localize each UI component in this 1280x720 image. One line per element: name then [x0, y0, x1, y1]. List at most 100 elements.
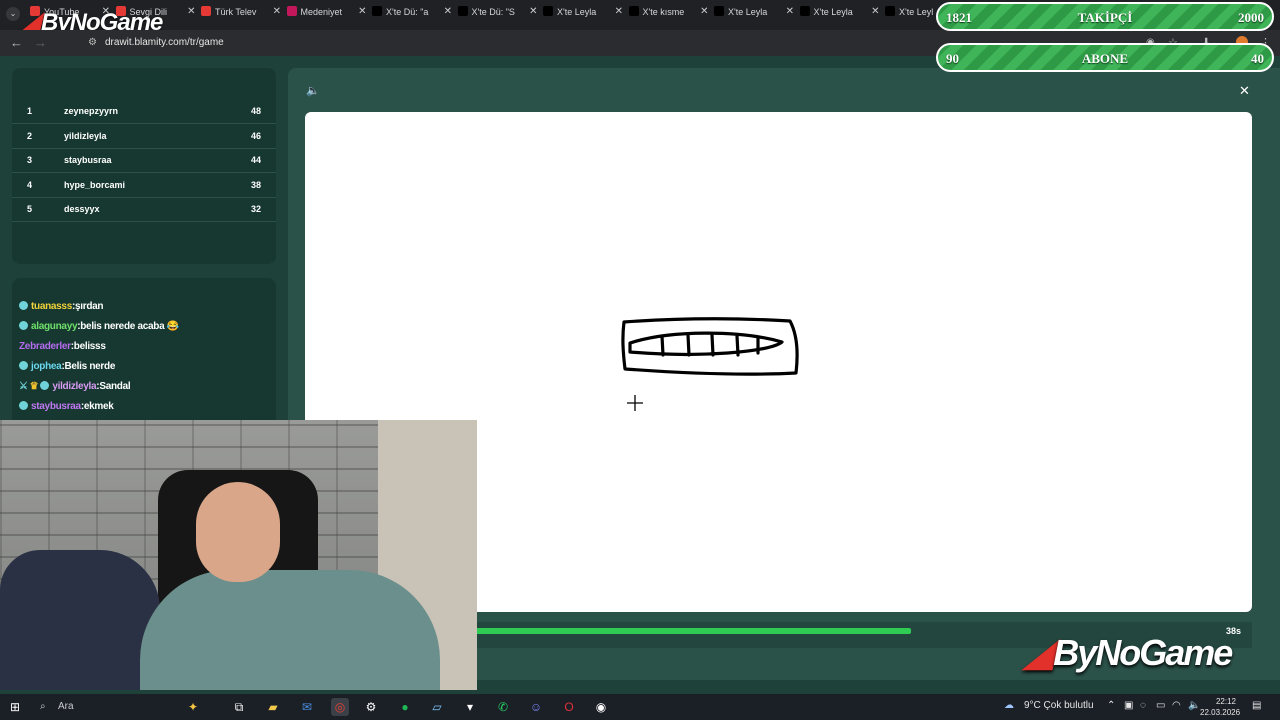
windows-start-icon[interactable]: ⊞ — [6, 698, 24, 716]
leaderboard-name: yildizleyla — [64, 130, 107, 141]
speaker-icon[interactable]: 🔈 — [306, 84, 320, 97]
clock-date: 22.03.2026 — [1200, 708, 1241, 717]
task-view-icon[interactable]: ⧉ — [230, 698, 248, 716]
tab-label: X'te Dü: "a — [386, 7, 429, 17]
windows-taskbar: ⊞ ⌕ Ara ✦ ⧉ ▰ ✉ ◎ ⚙ ● ▱ ▾ ✆ ☺ O ◉ ☁ 9°C … — [0, 694, 1280, 720]
verified-icon — [19, 361, 28, 370]
browser-tab[interactable]: Medeniyet ✕ — [286, 6, 367, 24]
followers-goal-bar: 1821 TAKİPÇİ 2000 — [936, 2, 1274, 31]
chat-text: :belisss — [70, 341, 106, 352]
tab-close-icon[interactable]: ✕ — [700, 6, 708, 17]
leaderboard-name: staybusraa — [64, 155, 112, 165]
wifi-icon[interactable]: ◠ — [1172, 700, 1181, 711]
browser-tab[interactable]: X'te Leyla ✕ — [543, 6, 623, 24]
tray-app2-icon[interactable]: ◌ — [1140, 700, 1146, 711]
outlook-icon[interactable]: ✉ — [298, 698, 316, 716]
chat-username: jophea — [31, 361, 62, 372]
followers-label: TAKİPÇİ — [1077, 10, 1133, 25]
leaderboard-row: 4 hype_borcami 38 — [12, 174, 276, 198]
tab-label: X'te Dü: "S — [471, 7, 515, 17]
url-field[interactable]: drawit.blamity.com/tr/game — [105, 37, 224, 48]
tab-close-icon[interactable]: ✕ — [529, 6, 537, 17]
tab-close-icon[interactable]: ✕ — [444, 6, 452, 17]
leaderboard-row: 2 yildizleyla 46 — [12, 125, 276, 149]
chat-username: alagunayy — [31, 321, 78, 332]
browser-tab[interactable]: X'te Leyla ✕ — [799, 6, 880, 24]
notes-icon[interactable]: ▱ — [428, 698, 446, 716]
subs-goal-bar: 90 ABONE 40 — [936, 43, 1274, 72]
tab-search-button[interactable]: ⌄ — [6, 7, 20, 21]
tab-close-icon[interactable]: ✕ — [187, 6, 195, 17]
tab-favicon-icon — [885, 6, 895, 16]
chat-text: :belis nerede acaba 😂 — [77, 321, 179, 332]
network-icon[interactable]: ▭ — [1156, 700, 1165, 711]
tab-label: X'te Leyla — [728, 7, 768, 17]
leaderboard-rank: 5 — [27, 204, 33, 214]
whatsapp-icon[interactable]: ✆ — [494, 698, 512, 716]
tab-label: X'te Leyla — [813, 7, 853, 17]
site-info-icon[interactable]: ⚙ — [88, 37, 97, 48]
weather-text[interactable]: 9°C Çok bulutlu — [1024, 700, 1094, 711]
leaderboard-name: hype_borcami — [64, 179, 126, 190]
spotify-icon[interactable]: ● — [396, 698, 414, 716]
copilot-icon[interactable]: ✦ — [184, 698, 202, 716]
browser-tab[interactable]: X'te Dü: "S ✕ — [457, 6, 538, 24]
brand-mark-icon: ◢ — [1024, 632, 1053, 674]
tab-close-icon[interactable]: ✕ — [786, 6, 794, 17]
brand-logo-bottom: ◢ByNoGame — [1024, 630, 1233, 675]
leaderboard-panel: 1 zeynepzyyrn 48 2 yildizleyla 46 3 staybusraa 4… — [12, 68, 276, 264]
tab-close-icon[interactable]: ✕ — [871, 6, 879, 17]
chrome-icon[interactable]: ◎ — [331, 698, 349, 716]
forward-arrow-icon[interactable]: → — [34, 35, 47, 50]
volume-icon[interactable]: 🔈 — [1188, 700, 1200, 711]
browser-tab[interactable]: X'te Leyla ✕ — [714, 6, 794, 24]
browser-tab[interactable]: X'te Dü: "a ✕ — [372, 6, 452, 24]
tab-label: X'te Leyl — [899, 7, 934, 17]
tray-app-icon[interactable]: ▣ — [1124, 700, 1133, 711]
webcam-person-body — [140, 570, 440, 690]
discord-icon[interactable]: ☺ — [527, 698, 545, 716]
tray-chevron-icon[interactable]: ⌃ — [1107, 700, 1115, 711]
tab-close-icon[interactable]: ✕ — [615, 6, 623, 17]
clock-time: 22:12 — [1215, 697, 1236, 706]
notifications-icon[interactable]: ▤ — [1252, 700, 1261, 711]
chat-message: staybusraa:ekmek — [19, 401, 114, 412]
opera-icon[interactable]: O — [560, 698, 578, 716]
chat-text: :şırdan — [71, 301, 104, 312]
verified-icon — [19, 301, 28, 310]
tab-favicon-icon — [543, 6, 553, 16]
leaderboard-score: 38 — [250, 179, 261, 190]
browser-tab[interactable]: X'te kısme ✕ — [628, 6, 709, 24]
webcam-person-head — [196, 482, 280, 582]
tab-favicon-icon — [799, 6, 810, 16]
browser-tab[interactable]: Türk Telev ✕ — [201, 6, 281, 24]
verified-icon — [19, 321, 28, 330]
tab-close-icon[interactable]: ✕ — [358, 6, 366, 17]
chat-username: staybusraa — [31, 401, 81, 412]
chat-username: tuanasss — [31, 301, 72, 312]
steam-icon[interactable]: ⚙ — [362, 698, 380, 716]
chat-message: jophea:Belis nerde — [19, 361, 115, 372]
search-placeholder: Ara — [58, 701, 74, 712]
leaderboard-rank: 4 — [27, 179, 33, 190]
tab-favicon-icon — [201, 6, 211, 16]
vpn-icon[interactable]: ▾ — [461, 698, 479, 716]
close-icon[interactable]: ✕ — [1239, 83, 1250, 99]
chat-username: Zebraderler — [19, 341, 71, 352]
obs-icon[interactable]: ◉ — [592, 698, 610, 716]
chat-message: ⚔ ♛ yildizleyla:Sandal — [19, 381, 131, 392]
leaderboard-row: 1 zeynepzyyrn 48 — [12, 100, 276, 124]
clock[interactable]: 22:12 22.03.2026 — [1200, 696, 1241, 718]
chat-text: :Sandal — [96, 381, 131, 392]
chat-message: tuanasss:şırdan — [19, 301, 104, 312]
tab-close-icon[interactable]: ✕ — [273, 6, 281, 17]
file-explorer-icon[interactable]: ▰ — [264, 698, 282, 716]
subs-label: ABONE — [1081, 51, 1129, 66]
leaderboard-score: 46 — [250, 130, 261, 141]
back-arrow-icon[interactable]: ← — [10, 35, 23, 50]
chat-panel: tuanasss:şırdan alagunayy:belis nerede ac… — [12, 278, 276, 428]
leaderboard-row: 5 dessyyx 32 — [12, 198, 276, 222]
crosshair-cursor-icon — [627, 395, 643, 411]
followers-goal: 2000 — [1238, 10, 1264, 25]
chat-text: :Belis nerde — [61, 361, 116, 372]
